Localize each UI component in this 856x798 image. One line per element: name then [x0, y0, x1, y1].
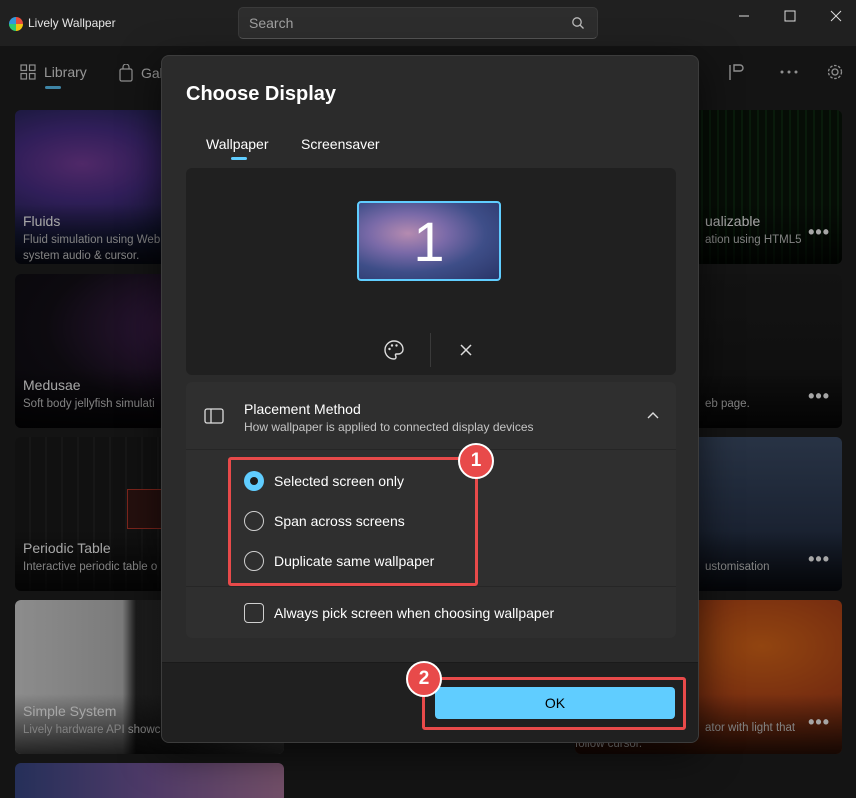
display-preview-area: 1 — [186, 168, 676, 375]
title-bar: Lively Wallpaper — [0, 0, 856, 46]
placement-divider — [186, 586, 676, 587]
display-monitor-1[interactable]: 1 — [357, 201, 501, 281]
annotation-step-badge: 1 — [458, 443, 494, 479]
always-pick-screen-label: Always pick screen when choosing wallpap… — [274, 605, 555, 621]
close-wallpaper-icon[interactable] — [454, 338, 478, 362]
always-pick-screen-checkbox[interactable] — [244, 603, 264, 623]
app-logo-icon — [9, 17, 23, 31]
dialog-title: Choose Display — [186, 83, 337, 105]
choose-display-dialog: Choose Display Wallpaper Screensaver 1 P… — [161, 55, 699, 743]
annotation-step-badge: 2 — [406, 661, 442, 697]
app-title: Lively Wallpaper — [28, 16, 116, 30]
annotation-highlight-placement-options — [228, 457, 478, 586]
close-icon[interactable] — [822, 6, 850, 26]
customize-palette-icon[interactable] — [382, 338, 406, 362]
placement-method-title: Placement Method — [244, 401, 361, 417]
chevron-up-icon[interactable] — [646, 408, 660, 422]
layout-panel-icon — [204, 408, 224, 424]
minimize-icon[interactable] — [730, 6, 758, 26]
maximize-icon[interactable] — [776, 6, 804, 26]
placement-method-header[interactable]: Placement Method How wallpaper is applie… — [186, 382, 676, 450]
placement-method-subtitle: How wallpaper is applied to connected di… — [244, 420, 534, 434]
tab-screensaver[interactable]: Screensaver — [301, 136, 380, 152]
annotation-highlight-ok-button — [422, 677, 686, 730]
tab-active-indicator — [231, 157, 247, 160]
search-box[interactable] — [238, 7, 598, 39]
monitor-number: 1 — [413, 210, 445, 273]
search-icon[interactable] — [571, 16, 585, 30]
display-toolbar-divider — [430, 333, 431, 367]
always-pick-screen-checkbox-row[interactable]: Always pick screen when choosing wallpap… — [244, 603, 554, 623]
search-input[interactable] — [249, 15, 549, 31]
tab-wallpaper[interactable]: Wallpaper — [206, 136, 269, 152]
